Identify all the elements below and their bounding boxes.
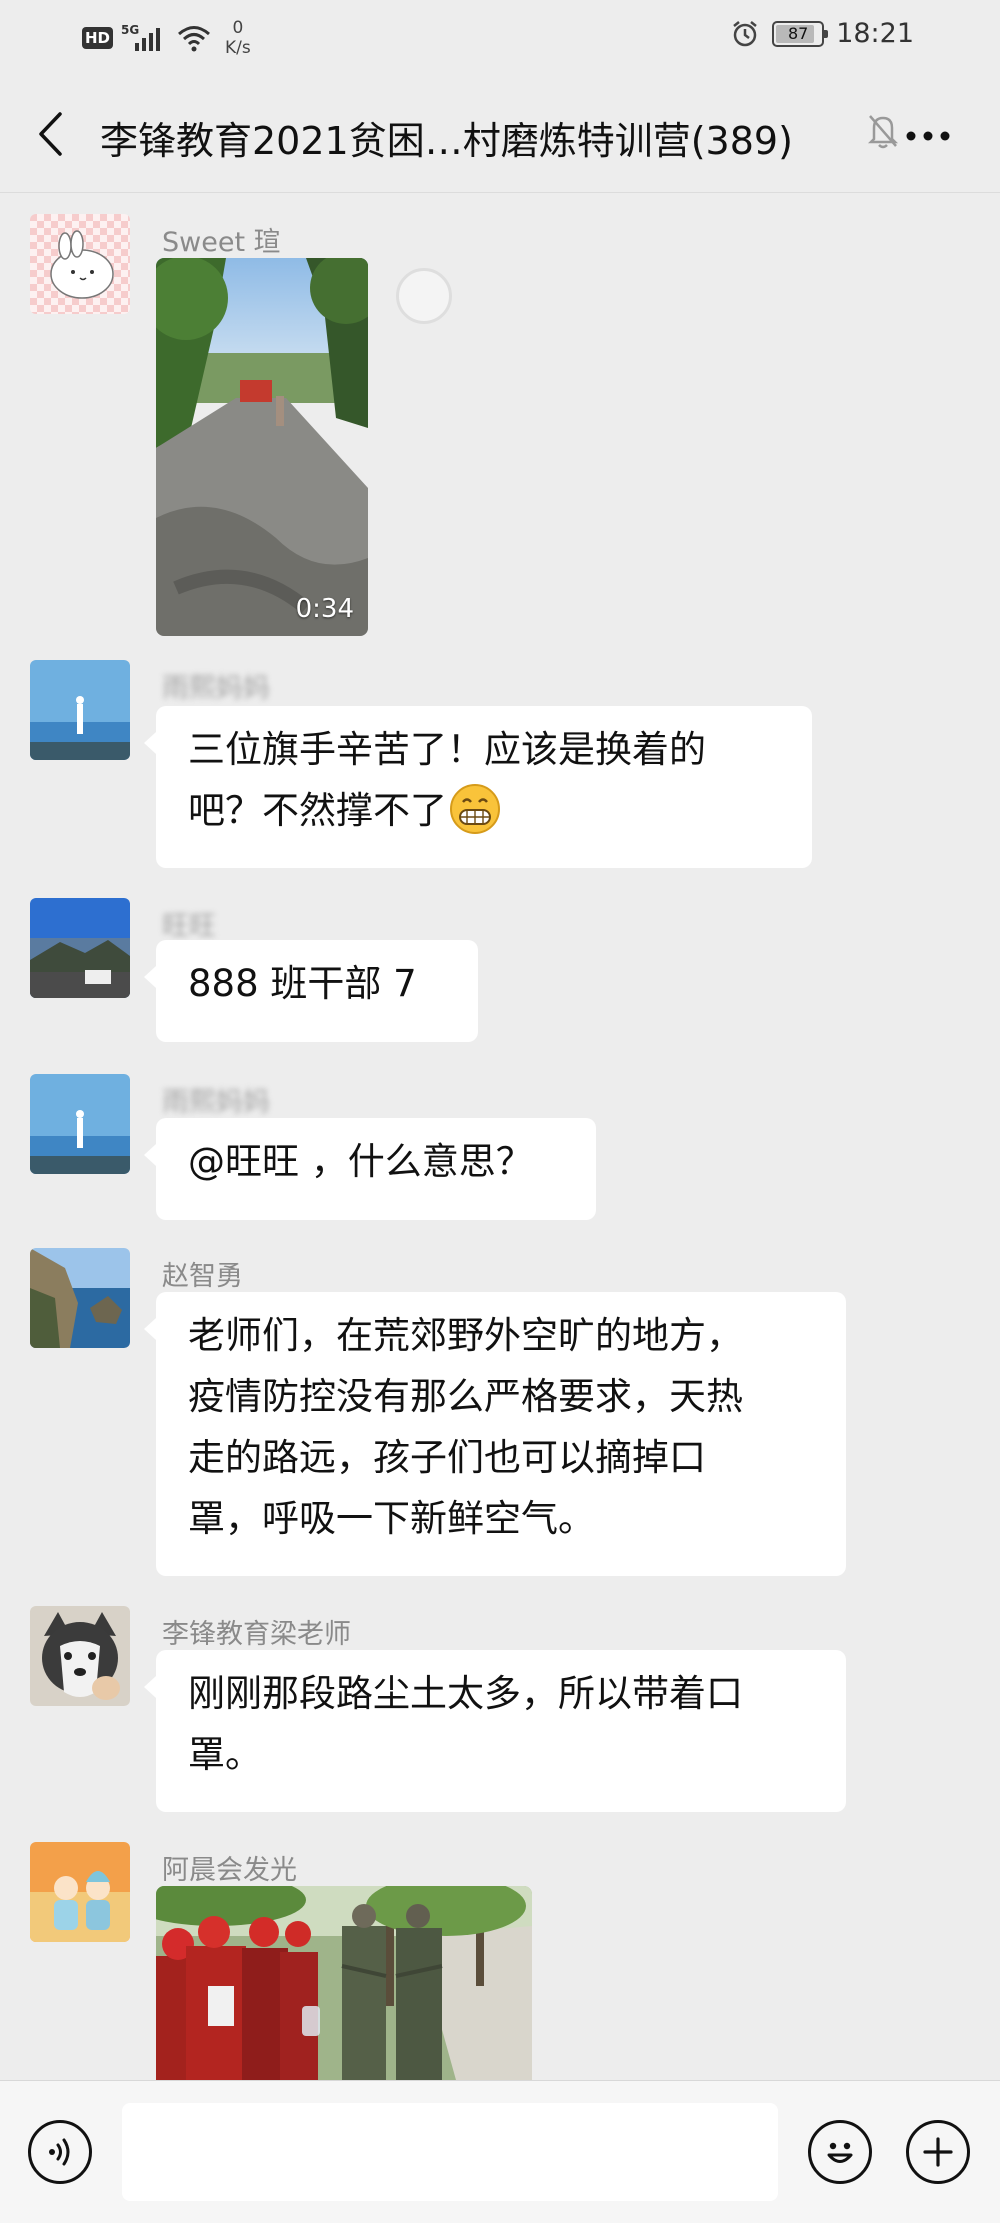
message-bubble[interactable]: 三位旗手辛苦了！应该是换着的 吧？不然撑不了 (144, 706, 812, 868)
sender-name: 雨熙妈妈 (162, 1087, 270, 1118)
chevron-left-icon (39, 112, 62, 156)
message-bubble[interactable]: 刚刚那段路尘土太多，所以带着口 罩。 (144, 1650, 846, 1812)
video-thumbnail[interactable]: 0:34 (156, 258, 368, 636)
chat-header: 李锋教育2021贫困…村磨炼特训营(389) (0, 72, 1000, 193)
avatar[interactable] (30, 1074, 130, 1174)
bell-off-icon (867, 115, 899, 149)
more-button[interactable] (900, 116, 956, 156)
hd-icon: HD (82, 27, 114, 49)
net-speed: 0 K/s (225, 18, 251, 58)
sender-name: 阿晨会发光 (162, 1855, 297, 1886)
avatar[interactable] (30, 1248, 130, 1348)
battery-icon: 87 (772, 20, 829, 47)
avatar[interactable] (30, 1842, 130, 1942)
loading-indicator (396, 268, 452, 324)
emoji-button[interactable] (808, 2120, 872, 2184)
more-dots-icon (906, 131, 950, 141)
image-thumbnail[interactable] (156, 1886, 532, 2080)
clock: 18:21 (836, 18, 914, 49)
video-duration: 0:34 (295, 594, 354, 624)
message-bubble[interactable]: 888 班干部 7 (144, 940, 478, 1042)
voice-button[interactable] (28, 2120, 92, 2184)
grin-emoji (450, 784, 500, 834)
message-bubble[interactable]: 老师们，在荒郊野外空旷的地方， 疫情防控没有那么严格要求，天热 走的路远，孩子们… (144, 1292, 846, 1576)
avatar[interactable] (30, 660, 130, 760)
plus-icon (923, 2137, 953, 2167)
message-input[interactable] (122, 2103, 778, 2201)
sender-name: 李锋教育梁老师 (162, 1619, 351, 1650)
chat-title: 李锋教育2021贫困…村磨炼特训营(389) (100, 119, 793, 163)
plus-button[interactable] (906, 2120, 970, 2184)
alarm-icon (733, 20, 757, 46)
status-bar: HD 5G 0 K/s 87 18:21 (0, 0, 1000, 72)
message-bubble[interactable]: @旺旺 ，什么意思？ (144, 1118, 596, 1220)
avatar[interactable] (30, 898, 130, 998)
sender-name: 旺旺 (162, 911, 216, 942)
sender-name: 赵智勇 (162, 1261, 243, 1292)
avatar[interactable] (30, 214, 130, 314)
sender-name: 雨熙妈妈 (162, 673, 270, 704)
sender-name: Sweet 瑄 (162, 227, 281, 258)
avatar[interactable] (30, 1606, 130, 1706)
emoji-icon (827, 2142, 853, 2163)
back-button[interactable] (26, 106, 74, 162)
wifi-icon (178, 26, 210, 52)
voice-icon (49, 2138, 70, 2166)
signal-icon: 5G (121, 23, 169, 53)
input-bar (0, 2080, 1000, 2223)
